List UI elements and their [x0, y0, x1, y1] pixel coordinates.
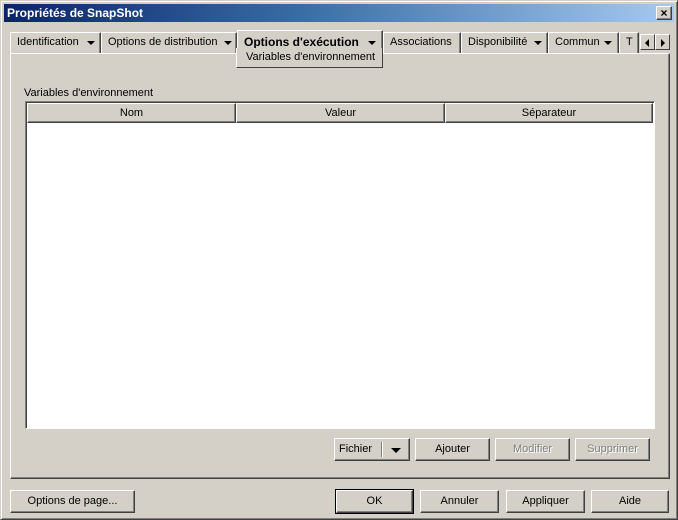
- tab-options-de-distribution[interactable]: Options de distribution: [101, 32, 237, 53]
- file-dropdown-button[interactable]: Fichier: [334, 438, 410, 461]
- chevron-down-icon: [604, 41, 612, 45]
- environment-variables-list[interactable]: Nom Valeur Séparateur: [25, 101, 655, 429]
- help-button[interactable]: Aide: [591, 490, 669, 513]
- tab-commun[interactable]: Commun: [548, 32, 619, 53]
- column-header-separateur[interactable]: Séparateur: [445, 103, 653, 123]
- tab-associations[interactable]: Associations: [383, 32, 461, 53]
- add-button[interactable]: Ajouter: [415, 438, 490, 461]
- tab-scroll-left-button[interactable]: [640, 34, 655, 50]
- close-icon[interactable]: ×: [656, 6, 672, 20]
- apply-button[interactable]: Appliquer: [506, 490, 585, 513]
- properties-dialog: Propriétés de SnapShot × Identification …: [0, 0, 678, 520]
- tab-disponibilite[interactable]: Disponibilité: [461, 32, 548, 53]
- cancel-button[interactable]: Annuler: [420, 490, 499, 513]
- subtab-variables-d-environnement[interactable]: Variables d'environnement: [236, 48, 383, 68]
- modify-button[interactable]: Modifier: [495, 438, 570, 461]
- chevron-down-icon: [368, 41, 376, 45]
- chevron-down-icon: [391, 448, 401, 453]
- tab-scroll-right-button[interactable]: [655, 34, 670, 50]
- ok-button[interactable]: OK: [335, 489, 414, 514]
- column-header-nom[interactable]: Nom: [27, 103, 236, 123]
- tab-truncated[interactable]: T: [619, 32, 639, 53]
- column-header-valeur[interactable]: Valeur: [236, 103, 445, 123]
- arrow-left-icon: [645, 39, 649, 47]
- window-title: Propriétés de SnapShot: [7, 6, 144, 20]
- page-options-button[interactable]: Options de page...: [10, 490, 135, 513]
- chevron-down-icon: [534, 41, 542, 45]
- delete-button[interactable]: Supprimer: [575, 438, 650, 461]
- tab-identification[interactable]: Identification: [10, 32, 101, 53]
- chevron-down-icon: [87, 41, 95, 45]
- chevron-down-icon: [224, 41, 232, 45]
- arrow-right-icon: [661, 39, 665, 47]
- section-label: Variables d'environnement: [24, 87, 154, 99]
- title-bar: Propriétés de SnapShot ×: [4, 4, 674, 22]
